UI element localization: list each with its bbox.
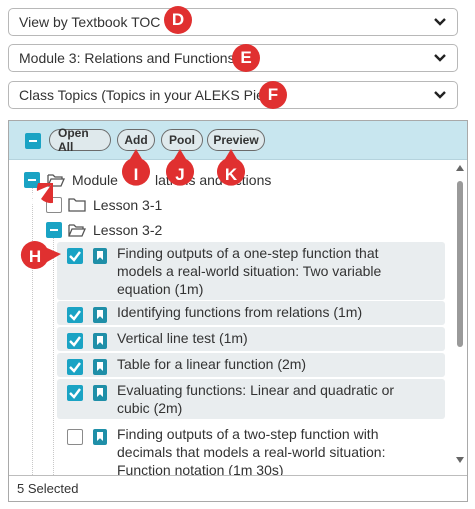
topic-checkbox[interactable] [67,307,83,323]
lesson-3-2-checkbox[interactable] [46,222,62,238]
callout-g-label: G [22,190,36,209]
checkmark-icon [69,310,81,321]
topic-label[interactable]: models a real-world situation: Two varia… [117,262,381,280]
lesson-3-1-label[interactable]: Lesson 3-1 [93,194,162,216]
checkmark-icon [69,388,81,399]
topic-label[interactable]: Identifying functions from relations (1m… [117,303,362,321]
select-all-checkbox[interactable] [25,133,41,149]
selection-footer: 5 Selected [9,475,467,501]
chevron-down-icon [434,18,446,26]
selected-count: 5 Selected [17,481,79,496]
scroll-up-icon[interactable] [456,165,464,171]
topic-checkbox[interactable] [67,359,83,375]
open-all-button[interactable]: Open All [49,126,111,154]
callout-i: I [122,149,150,189]
topic-label[interactable]: Finding outputs of a one-step function t… [117,244,379,262]
topic-label[interactable]: equation (1m) [117,280,203,298]
scroll-down-icon[interactable] [456,457,464,463]
callout-g: G [13,175,65,223]
pool-button[interactable]: Pool [161,129,203,151]
bookmark-icon [93,359,107,375]
view-by-label: View by Textbook TOC [19,14,161,30]
checkmark-icon [69,362,81,373]
bookmark-icon [93,429,107,445]
scrollbar[interactable] [455,165,465,463]
callout-k-label: K [224,165,238,184]
chevron-down-icon [434,54,446,62]
tree-guide [32,187,33,487]
lesson-3-2-label[interactable]: Lesson 3-2 [93,219,162,241]
chevron-down-icon [434,91,446,99]
topic-label[interactable]: decimals that models a real-world situat… [117,443,385,461]
checkmark-icon [69,336,81,347]
callout-e: E [232,44,260,72]
callout-f: F [259,81,287,109]
module-text-1[interactable]: Module [72,169,118,191]
view-by-dropdown[interactable]: View by Textbook TOC [8,8,458,36]
topic-label[interactable]: cubic (2m) [117,399,182,417]
callout-h: H [19,240,62,280]
bookmark-icon [93,248,107,264]
bookmark-icon [93,333,107,349]
bookmark-icon [93,385,107,401]
topic-checkbox[interactable] [67,429,83,445]
module-label: Module 3: Relations and Functions [19,50,235,66]
topic-tree-panel: Open All Add Pool Preview I J K Module l… [8,120,468,502]
callout-j: J [166,149,194,189]
topic-label[interactable]: Table for a linear function (2m) [117,355,306,373]
topics-dropdown[interactable]: Class Topics (Topics in your ALEKS Pie) [8,81,458,109]
topic-label[interactable]: Vertical line test (1m) [117,329,248,347]
topics-label: Class Topics (Topics in your ALEKS Pie) [19,87,269,103]
topic-row[interactable] [57,327,445,351]
folder-icon [68,198,86,212]
topic-checkbox[interactable] [67,248,83,264]
callout-k: K [217,149,245,189]
scroll-thumb[interactable] [457,181,463,347]
topic-label[interactable]: Evaluating functions: Linear and quadrat… [117,381,394,399]
topic-checkbox[interactable] [67,333,83,349]
folder-open-icon [68,224,86,237]
callout-d: D [164,6,192,34]
callout-h-label: H [28,247,42,266]
add-button[interactable]: Add [117,129,155,151]
bookmark-icon [93,307,107,323]
callout-j-label: J [175,165,185,184]
callout-i-label: I [133,165,139,184]
checkmark-icon [69,251,81,262]
topic-label[interactable]: Finding outputs of a two-step function w… [117,425,378,443]
preview-button[interactable]: Preview [207,129,265,151]
tree-guide [53,237,54,487]
topic-checkbox[interactable] [67,385,83,401]
